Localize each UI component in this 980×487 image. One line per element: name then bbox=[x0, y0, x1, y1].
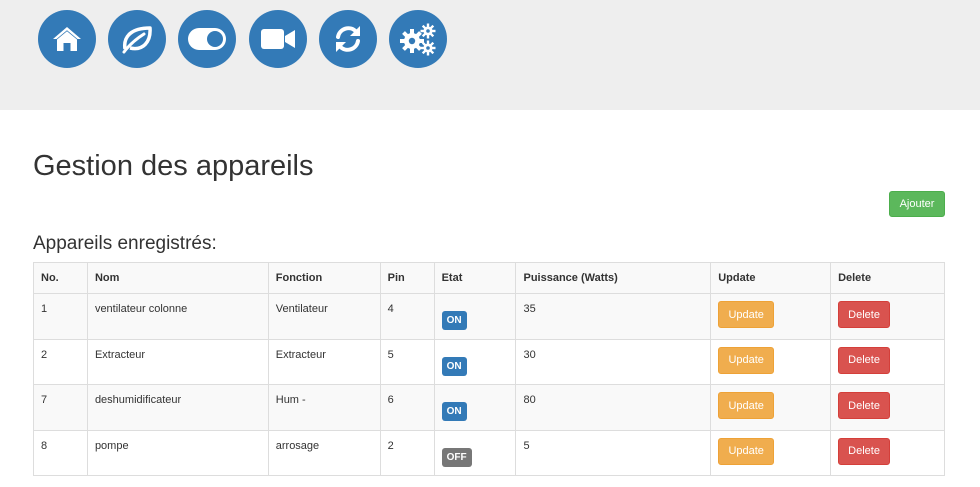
column-header-update: Update bbox=[710, 262, 832, 294]
cell-delete: Delete bbox=[830, 293, 945, 340]
cell-fonction: Ventilateur bbox=[267, 293, 381, 340]
cell-fonction: Hum - bbox=[267, 384, 381, 431]
cell-delete: Delete bbox=[830, 429, 945, 476]
update-button[interactable]: Update bbox=[718, 301, 775, 328]
cell-fonction: Extracteur bbox=[267, 338, 381, 385]
column-header-fonction: Fonction bbox=[267, 262, 381, 294]
table-row: 8 pompe arrosage 2 OFF 5 Update Delete bbox=[33, 429, 945, 476]
toggle-icon bbox=[188, 28, 226, 50]
update-button[interactable]: Update bbox=[718, 392, 775, 419]
column-header-delete: Delete bbox=[830, 262, 945, 294]
cell-etat: OFF bbox=[433, 429, 517, 476]
cell-etat: ON bbox=[433, 338, 517, 385]
column-header-no: No. bbox=[33, 262, 88, 294]
top-navbar bbox=[0, 0, 980, 110]
table-row: 1 ventilateur colonne Ventilateur 4 ON 3… bbox=[33, 293, 945, 340]
add-device-button[interactable]: Ajouter bbox=[889, 191, 945, 217]
refresh-icon bbox=[336, 26, 360, 52]
cell-delete: Delete bbox=[830, 384, 945, 431]
delete-button[interactable]: Delete bbox=[838, 392, 891, 419]
cell-update: Update bbox=[710, 338, 832, 385]
cell-fonction: arrosage bbox=[267, 429, 381, 476]
nav-toggle-button[interactable] bbox=[178, 10, 236, 68]
cell-pin: 6 bbox=[379, 384, 435, 431]
nav-video-button[interactable] bbox=[249, 10, 307, 68]
cell-etat: ON bbox=[433, 293, 517, 340]
home-icon bbox=[53, 27, 81, 51]
cell-puissance: 30 bbox=[515, 338, 712, 385]
cell-puissance: 35 bbox=[515, 293, 712, 340]
cell-no: 7 bbox=[33, 384, 88, 431]
state-badge[interactable]: ON bbox=[441, 311, 467, 330]
devices-table: No. Nom Fonction Pin Etat Puissance (Wat… bbox=[33, 262, 945, 476]
column-header-etat: Etat bbox=[433, 262, 517, 294]
cell-etat: ON bbox=[433, 384, 517, 431]
delete-button[interactable]: Delete bbox=[838, 437, 891, 465]
section-title: Appareils enregistrés: bbox=[33, 233, 217, 254]
delete-button[interactable]: Delete bbox=[838, 301, 891, 328]
cell-no: 2 bbox=[33, 338, 88, 385]
video-camera-icon bbox=[261, 29, 295, 49]
nav-settings-button[interactable] bbox=[389, 10, 447, 68]
cell-nom: Extracteur bbox=[86, 338, 269, 385]
update-button[interactable]: Update bbox=[718, 346, 775, 374]
cell-nom: pompe bbox=[86, 429, 269, 476]
state-badge[interactable]: OFF bbox=[441, 447, 472, 467]
table-row: 7 deshumidificateur Hum - 6 ON 80 Update… bbox=[33, 384, 945, 431]
leaf-icon bbox=[122, 26, 152, 54]
cell-delete: Delete bbox=[830, 338, 945, 385]
column-header-puissance: Puissance (Watts) bbox=[515, 262, 712, 294]
column-header-nom: Nom bbox=[86, 262, 269, 294]
cell-nom: ventilateur colonne bbox=[86, 293, 269, 340]
table-header-row: No. Nom Fonction Pin Etat Puissance (Wat… bbox=[33, 262, 945, 294]
cell-no: 8 bbox=[33, 429, 88, 476]
page-title: Gestion des appareils bbox=[33, 150, 314, 182]
cell-pin: 4 bbox=[379, 293, 435, 340]
cell-update: Update bbox=[710, 384, 832, 431]
update-button[interactable]: Update bbox=[718, 437, 775, 465]
cell-pin: 2 bbox=[379, 429, 435, 476]
nav-home-button[interactable] bbox=[38, 10, 96, 68]
nav-refresh-button[interactable] bbox=[319, 10, 377, 68]
cell-update: Update bbox=[710, 429, 832, 476]
cell-no: 1 bbox=[33, 293, 88, 340]
state-badge[interactable]: ON bbox=[441, 356, 467, 376]
delete-button[interactable]: Delete bbox=[838, 346, 891, 374]
cell-nom: deshumidificateur bbox=[86, 384, 269, 431]
table-row: 2 Extracteur Extracteur 5 ON 30 Update D… bbox=[33, 338, 945, 385]
cell-pin: 5 bbox=[379, 338, 435, 385]
cell-puissance: 80 bbox=[515, 384, 712, 431]
column-header-pin: Pin bbox=[379, 262, 435, 294]
cell-update: Update bbox=[710, 293, 832, 340]
gears-icon bbox=[400, 23, 436, 56]
nav-leaf-button[interactable] bbox=[108, 10, 166, 68]
state-badge[interactable]: ON bbox=[441, 402, 467, 421]
cell-puissance: 5 bbox=[515, 429, 712, 476]
